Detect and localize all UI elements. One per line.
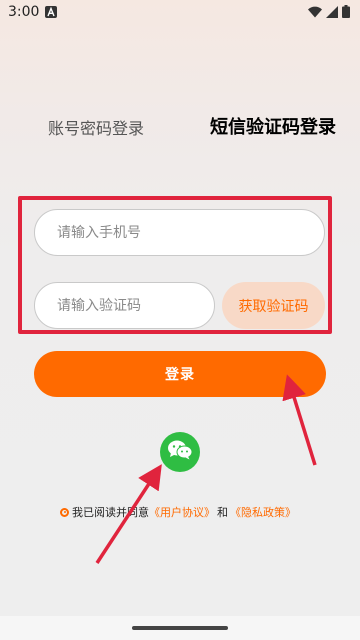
- verification-code-input[interactable]: [34, 282, 215, 329]
- tab-password-login[interactable]: 账号密码登录: [48, 115, 144, 139]
- home-gesture-handle[interactable]: [132, 626, 228, 630]
- agree-radio[interactable]: [60, 507, 69, 517]
- privacy-policy-link[interactable]: 《隐私政策》: [230, 504, 296, 520]
- status-time: 3:00: [8, 4, 40, 20]
- agreement-prefix: 我已阅读并同意: [72, 506, 149, 519]
- wechat-login-button[interactable]: [160, 432, 200, 472]
- status-icons: [308, 3, 350, 22]
- login-button[interactable]: 登录: [34, 351, 326, 397]
- wechat-icon: [167, 439, 193, 465]
- tab-sms-login[interactable]: 短信验证码登录: [210, 113, 336, 139]
- status-bar: 3:00: [0, 0, 360, 26]
- agreement-row: 我已阅读并同意 《用户协议》 和 《隐私政策》: [60, 504, 320, 520]
- signal-icon: [326, 3, 338, 22]
- user-agreement-link[interactable]: 《用户协议》: [149, 504, 215, 520]
- phone-input[interactable]: [34, 209, 325, 256]
- notification-a-icon: [45, 6, 57, 18]
- agreement-connector: 和: [217, 506, 228, 519]
- navigation-bar: [0, 616, 360, 640]
- get-code-button[interactable]: 获取验证码: [222, 282, 325, 329]
- wifi-icon: [308, 3, 322, 22]
- battery-icon: [342, 3, 350, 22]
